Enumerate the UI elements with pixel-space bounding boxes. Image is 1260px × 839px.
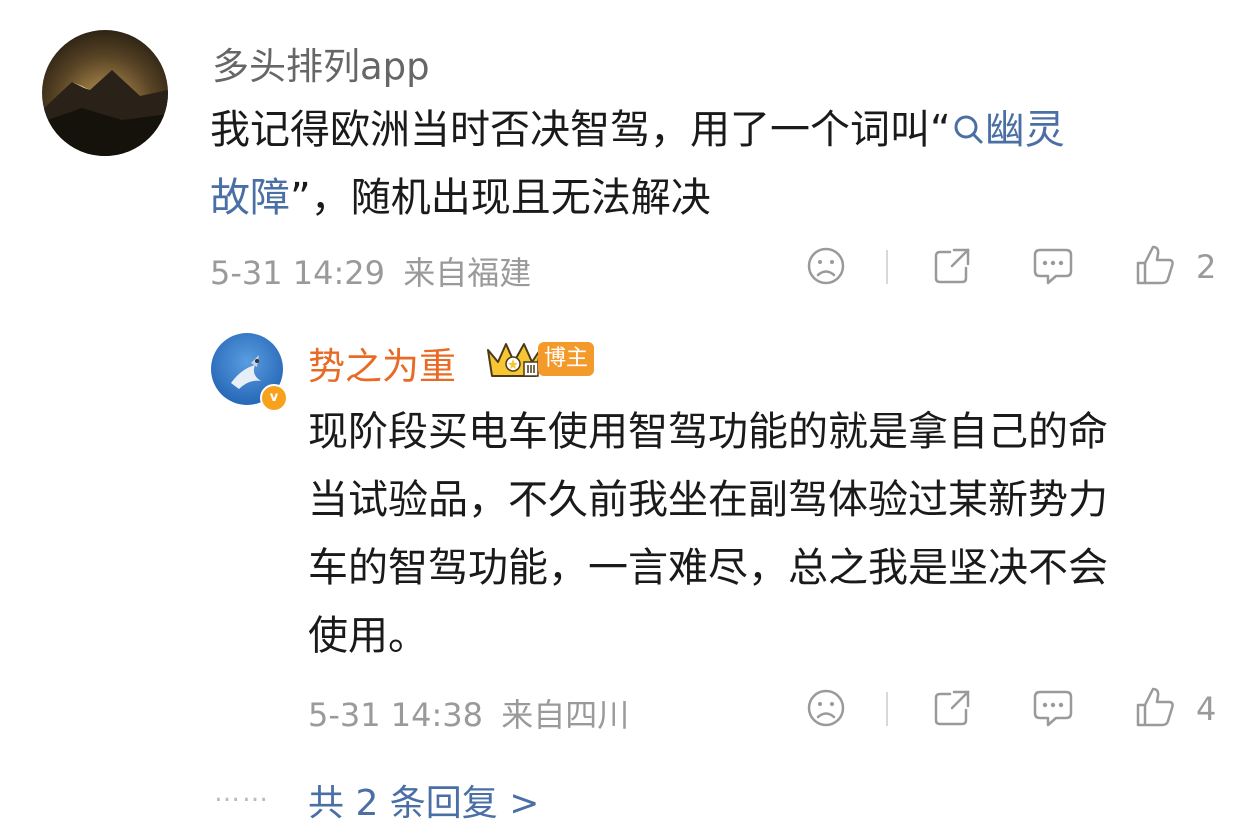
more-dots: …… (214, 778, 270, 808)
comment-icon (1033, 690, 1073, 727)
comment-location: 来自福建 (403, 254, 532, 292)
like-button[interactable] (1134, 243, 1176, 291)
more-replies-link[interactable]: 共 2 条回复 > (308, 774, 539, 826)
share-button[interactable] (932, 246, 972, 290)
comment-time: 5-31 14:29 (210, 254, 386, 292)
like-button[interactable] (1134, 685, 1176, 733)
comment-button[interactable] (1032, 688, 1074, 732)
divider (886, 250, 888, 284)
dislike-button[interactable] (806, 246, 846, 290)
sad-face-icon (807, 247, 845, 285)
crown-icon (484, 336, 542, 384)
reply-time: 5-31 14:38 (308, 696, 484, 734)
divider (886, 692, 888, 726)
avatar[interactable] (42, 30, 168, 156)
like-count: 2 (1196, 248, 1217, 286)
share-button[interactable] (932, 688, 972, 732)
dislike-button[interactable] (806, 688, 846, 732)
search-icon (954, 115, 983, 144)
blogger-badge: 博主 (538, 342, 594, 376)
verified-icon: v (260, 384, 288, 412)
like-count: 4 (1196, 690, 1217, 728)
share-icon (934, 248, 970, 284)
comment-username[interactable]: 多头排列app (212, 36, 430, 90)
share-icon (934, 690, 970, 726)
comment-text: 我记得欧洲当时否决智驾，用了一个词叫“ 幽灵 故障”，随机出现且无法解决 (210, 107, 1065, 221)
reply-text: 现阶段买电车使用智驾功能的就是拿自己的命 当试验品，不久前我坐在副驾体验过某新势… (308, 409, 1108, 659)
like-icon (1136, 245, 1174, 285)
like-icon (1136, 687, 1174, 727)
comment-icon (1033, 248, 1073, 285)
reply-meta: 5-31 14:38 来自四川 (308, 690, 629, 736)
reply-location: 来自四川 (501, 696, 630, 734)
sad-face-icon (807, 689, 845, 727)
comment-meta: 5-31 14:29 来自福建 (210, 248, 531, 294)
reply-username[interactable]: 势之为重 (308, 336, 456, 390)
comment-button[interactable] (1032, 246, 1074, 290)
